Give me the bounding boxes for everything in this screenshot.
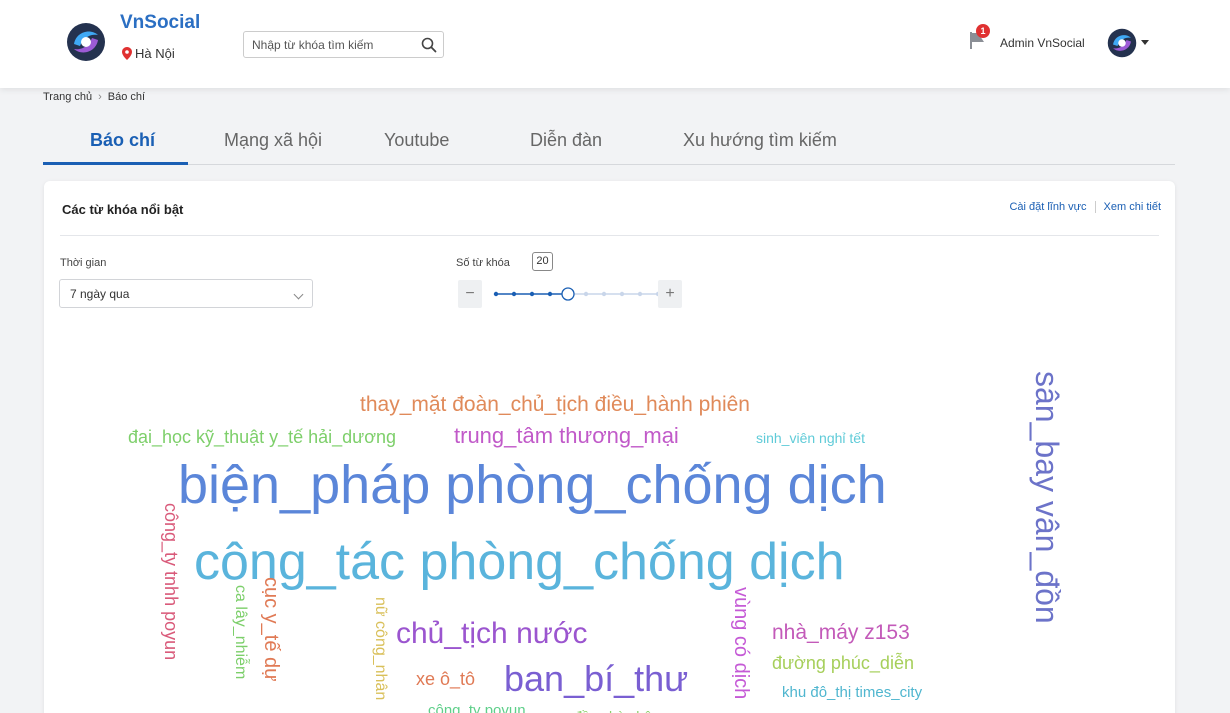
word-cloud-keyword[interactable]: nữ công_nhân bbox=[372, 597, 389, 700]
search-icon[interactable] bbox=[420, 36, 438, 54]
tab-xu-huong-tim-kiem[interactable]: Xu hướng tìm kiếm bbox=[683, 130, 837, 151]
word-cloud-keyword[interactable]: ca lây_nhiễm bbox=[232, 585, 251, 679]
word-cloud-keyword[interactable]: khu đô_thị times_city bbox=[782, 684, 923, 701]
brand-name[interactable]: VnSocial bbox=[120, 12, 200, 34]
word-cloud-keyword[interactable]: công_ty tnhh poyun bbox=[160, 503, 181, 660]
search-input[interactable] bbox=[252, 36, 412, 54]
word-cloud-keyword[interactable]: sân_bay vân_đồn bbox=[1029, 371, 1065, 624]
tab-dien-dan[interactable]: Diễn đàn bbox=[530, 130, 602, 151]
word-cloud-keyword[interactable]: trung_tâm thương_mại bbox=[454, 423, 679, 448]
word-cloud-keyword[interactable]: đại_học kỹ_thuật y_tế hải_dương bbox=[128, 427, 396, 448]
word-cloud-keyword[interactable]: đường phúc_diễn bbox=[772, 652, 914, 674]
tab-mang-xa-hoi[interactable]: Mạng xã hội bbox=[224, 130, 322, 151]
word-cloud-keyword[interactable]: sinh_viên nghỉ tết bbox=[756, 430, 865, 446]
user-avatar-icon[interactable] bbox=[1107, 28, 1137, 58]
breadcrumb-chevron-icon: › bbox=[98, 91, 102, 103]
word-cloud-keyword[interactable]: thay_mặt đoàn_chủ_tịch điều_hành phiên bbox=[360, 393, 750, 416]
word-cloud-keyword[interactable]: vùng có dịch bbox=[730, 587, 752, 699]
search-box bbox=[243, 31, 444, 58]
keyword-word-cloud: biện_pháp phòng_chống dịch công_tác phòng… bbox=[128, 371, 1065, 713]
user-name[interactable]: Admin VnSocial bbox=[1000, 36, 1085, 50]
word-cloud-keyword[interactable]: cục y_tế dự bbox=[260, 577, 282, 682]
breadcrumb-current: Báo chí bbox=[107, 91, 146, 103]
map-pin-icon bbox=[122, 47, 132, 60]
channel-tabs: Báo chí Mạng xã hội Youtube Diễn đàn Xu … bbox=[43, 122, 1175, 165]
location-label: Hà Nội bbox=[135, 46, 175, 61]
active-tab-indicator bbox=[43, 162, 188, 165]
user-menu-caret-icon[interactable] bbox=[1141, 40, 1149, 45]
word-cloud-keyword[interactable]: chủ_tịch nước bbox=[396, 617, 588, 650]
keyword-card: Các từ khóa nổi bật Cài đặt lĩnh vực Xem… bbox=[44, 181, 1175, 713]
word-cloud-keyword[interactable]: công_tác phòng_chống dịch bbox=[194, 533, 845, 591]
breadcrumb-home[interactable]: Trang chủ bbox=[43, 91, 92, 103]
tab-bao-chi[interactable]: Báo chí bbox=[90, 130, 155, 151]
word-cloud-keyword[interactable]: nhà_máy z153 bbox=[772, 621, 910, 644]
breadcrumb: Trang chủ › Báo chí bbox=[43, 91, 145, 103]
word-cloud-keyword[interactable]: đồng bào bộ bbox=[574, 708, 652, 713]
tab-youtube[interactable]: Youtube bbox=[384, 130, 449, 151]
word-cloud-keyword[interactable]: biện_pháp phòng_chống dịch bbox=[178, 455, 887, 515]
word-cloud-keyword[interactable]: xe ô_tô bbox=[416, 669, 475, 690]
vnsocial-logo-icon[interactable] bbox=[66, 22, 106, 62]
location-selector[interactable]: Hà Nội bbox=[122, 46, 175, 61]
notification-badge: 1 bbox=[976, 24, 990, 38]
word-cloud-keyword[interactable]: công_ty povun bbox=[428, 702, 526, 713]
top-bar: VnSocial Hà Nội 1 Admin VnSocial bbox=[0, 0, 1230, 88]
word-cloud-keyword[interactable]: ban_bí_thư bbox=[504, 658, 688, 699]
